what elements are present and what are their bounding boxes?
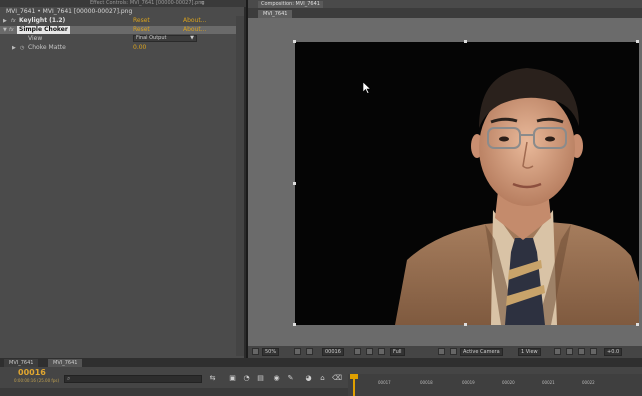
views-dropdown[interactable]: 1 View [518, 348, 541, 356]
property-view: View Final Output ▼ [0, 35, 236, 43]
timeline-tab-active[interactable]: MVI_7641 [48, 359, 83, 367]
mask-icon[interactable] [306, 348, 313, 355]
about-link[interactable]: About... [183, 26, 206, 34]
reset-link[interactable]: Reset [133, 17, 150, 25]
effect-controls-panel: Effect Controls: MVI_7641 [00000-00027].… [0, 0, 246, 358]
composition-subbar: MVI_7641 [248, 8, 642, 18]
graph-editor-icon[interactable]: ⌂ [318, 374, 327, 383]
time-ruler[interactable]: 00017 00018 00019 00020 00021 00022 [348, 374, 642, 396]
region-of-interest-icon[interactable] [438, 348, 445, 355]
ruler-tick: 00019 [462, 380, 475, 385]
trash-icon[interactable]: ⌫ [332, 374, 342, 383]
effect-simple-choker[interactable]: ▼ fx Simple Choker Reset About... [0, 26, 236, 34]
pixel-aspect-icon[interactable] [554, 348, 561, 355]
flowchart-icon[interactable] [590, 348, 597, 355]
expand-triangle-icon[interactable]: ▶ [12, 44, 16, 52]
timeline-tabbar: MVI_7641 MVI_7641 [0, 358, 642, 367]
fx-toggle-icon[interactable]: fx [11, 17, 16, 25]
collapse-triangle-icon[interactable]: ▼ [3, 26, 7, 34]
about-link[interactable]: About... [183, 17, 206, 25]
zoom-dropdown[interactable]: 50% [262, 348, 280, 356]
grid-icon[interactable] [294, 348, 301, 355]
fx-toggle-icon[interactable]: fx [9, 26, 14, 34]
choke-matte-value[interactable]: 0.00 [133, 44, 146, 52]
auto-keyframe-icon[interactable]: ◕ [304, 374, 313, 383]
fast-preview-icon[interactable] [566, 348, 573, 355]
snapshot-icon[interactable] [354, 348, 361, 355]
layer-handle[interactable] [293, 323, 296, 326]
breadcrumb: MVI_7641 • MVI_7641 [00000-00027].png [6, 8, 133, 15]
scrollbar[interactable] [236, 16, 244, 356]
ruler-tick: 00022 [582, 380, 595, 385]
layer-handle[interactable] [464, 323, 467, 326]
channel-icon[interactable] [378, 348, 385, 355]
exposure-value[interactable]: +0.0 [604, 348, 623, 356]
composition-footer: 50% 00016 Full Active Camera 1 View +0.0 [248, 346, 642, 358]
resolution-dropdown[interactable]: Full [390, 348, 405, 356]
ruler-tick: 00017 [378, 380, 391, 385]
current-time-indicator[interactable] [353, 374, 355, 396]
reset-link[interactable]: Reset [133, 26, 150, 34]
current-time-display[interactable]: 00016 [322, 348, 344, 356]
search-icon: ⌕ [67, 375, 71, 382]
effect-controls-tabbar: Effect Controls: MVI_7641 [00000-00027].… [0, 0, 246, 7]
ruler-tick: 00018 [420, 380, 433, 385]
layer-handle[interactable] [636, 323, 639, 326]
show-snapshot-icon[interactable] [366, 348, 373, 355]
layer-handle[interactable] [293, 40, 296, 43]
expand-triangle-icon[interactable]: ▶ [3, 17, 7, 25]
motion-blur-icon[interactable]: ◉ [272, 374, 281, 383]
timeline-column-header [0, 388, 348, 396]
ruler-tick: 00020 [502, 380, 515, 385]
layer-handle[interactable] [636, 40, 639, 43]
effect-controls-tab[interactable]: Effect Controls: MVI_7641 [00000-00027].… [90, 0, 205, 7]
always-preview-icon[interactable] [252, 348, 259, 355]
property-label: Choke Matte [28, 44, 66, 51]
composition-viewer[interactable] [295, 42, 639, 325]
stopwatch-icon[interactable]: ◷ [20, 44, 24, 52]
camera-dropdown[interactable]: Active Camera [460, 348, 503, 356]
effect-keylight[interactable]: ▶ fx Keylight (1.2) Reset About... [0, 17, 236, 25]
composition-subtab[interactable]: MVI_7641 [258, 10, 293, 18]
effect-name: Keylight (1.2) [19, 17, 66, 24]
chevron-down-icon: ▼ [190, 35, 194, 41]
effect-name: Simple Choker [17, 26, 70, 34]
composition-tab[interactable]: Composition: MVI_7641 [258, 1, 323, 8]
timeline-panel: MVI_7641 MVI_7641 00016 0:00:00:16 (25.0… [0, 358, 642, 396]
layer-handle[interactable] [293, 182, 296, 185]
view-dropdown[interactable]: Final Output ▼ [133, 35, 197, 42]
frame-blending-icon[interactable]: ▤ [256, 374, 265, 383]
comp-mini-flowchart-icon[interactable]: ⇆ [208, 374, 217, 383]
composition-panel: Composition: MVI_7641 MVI_7641 50% 00016… [248, 0, 642, 358]
timeline-timecode[interactable]: 00016 [18, 368, 46, 378]
transparency-grid-icon[interactable] [450, 348, 457, 355]
timeline-icon[interactable] [578, 348, 585, 355]
timeline-frame-info: 0:00:00:16 (25.00 fps) [14, 378, 60, 383]
timeline-search-input[interactable]: ⌕ [64, 375, 202, 383]
mouse-cursor-icon [363, 82, 371, 94]
property-label: View [28, 35, 43, 42]
ruler-tick: 00021 [542, 380, 555, 385]
composition-tabbar: Composition: MVI_7641 [248, 0, 642, 8]
property-choke-matte: ▶ ◷ Choke Matte 0.00 [0, 44, 236, 52]
hide-shy-layers-icon[interactable]: ◔ [242, 374, 251, 383]
brainstorm-icon[interactable]: ✎ [286, 374, 295, 383]
draft-3d-icon[interactable]: ▣ [228, 374, 237, 383]
dropdown-value: Final Output [136, 35, 167, 41]
anchor-figure [395, 68, 639, 325]
panel-menu-icon[interactable]: ≡ [200, 0, 204, 7]
layer-handle[interactable] [464, 40, 467, 43]
timeline-tab[interactable]: MVI_7641 [4, 359, 39, 367]
